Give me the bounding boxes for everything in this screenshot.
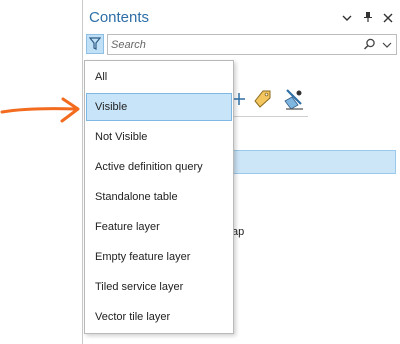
add-icon[interactable] — [232, 86, 246, 112]
pane-title-controls — [338, 10, 395, 26]
filter-funnel-icon — [89, 37, 101, 50]
pin-icon[interactable] — [361, 11, 375, 25]
filter-option-standalone-table[interactable]: Standalone table — [86, 183, 232, 211]
filter-option-tiled-service-layer[interactable]: Tiled service layer — [86, 273, 232, 301]
annotation-arrow-icon — [0, 97, 80, 123]
chevron-down-icon[interactable] — [340, 13, 354, 27]
close-icon[interactable] — [381, 13, 395, 27]
toolbar-divider — [232, 116, 308, 117]
filter-option-all[interactable]: All — [86, 63, 232, 91]
filter-dropdown-menu: All Visible Not Visible Active definitio… — [84, 60, 234, 334]
filter-button[interactable] — [86, 34, 104, 54]
selected-layer-row[interactable] — [232, 150, 396, 174]
filter-option-empty-feature-layer[interactable]: Empty feature layer — [86, 243, 232, 271]
search-input[interactable] — [111, 36, 341, 53]
filter-option-not-visible[interactable]: Not Visible — [86, 123, 232, 151]
tag-label-icon[interactable] — [251, 86, 273, 112]
filter-option-vector-tile-layer[interactable]: Vector tile layer — [86, 303, 232, 331]
symbology-brush-icon[interactable] — [282, 86, 306, 112]
filter-option-active-definition-query[interactable]: Active definition query — [86, 153, 232, 181]
filter-option-feature-layer[interactable]: Feature layer — [86, 213, 232, 241]
chevron-down-icon[interactable] — [382, 38, 392, 51]
filter-option-visible[interactable]: Visible — [86, 93, 232, 121]
search-box[interactable] — [107, 34, 397, 55]
magnifier-icon[interactable] — [363, 38, 376, 51]
pane-title: Contents — [89, 9, 150, 26]
